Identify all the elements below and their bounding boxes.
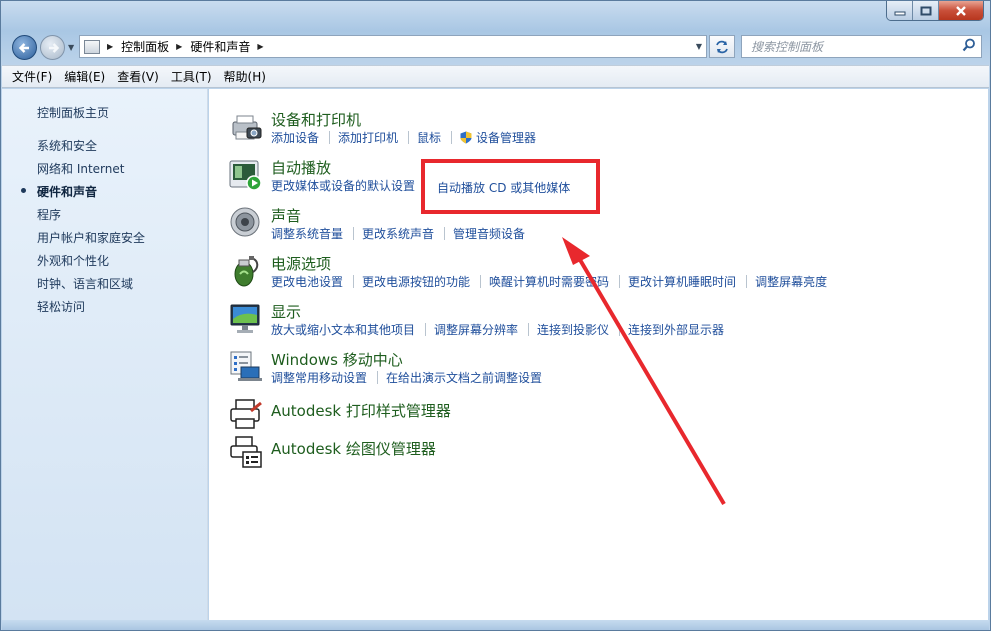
back-arrow-icon: [18, 42, 29, 53]
sidebar-home-link[interactable]: 控制面板主页: [37, 104, 109, 121]
category-links-devices-printers: 添加设备 添加打印机 鼠标 设备管理器: [271, 129, 536, 146]
active-bullet-icon: [21, 188, 26, 193]
category-title-power-options[interactable]: 电源选项: [271, 253, 331, 274]
window-bottom-border: [2, 620, 989, 630]
category-title-autoplay[interactable]: 自动播放: [271, 157, 331, 178]
sidebar-item-ease-of-access[interactable]: 轻松访问: [37, 298, 85, 315]
maximize-button[interactable]: [913, 1, 939, 20]
back-button[interactable]: [12, 35, 37, 60]
link-mouse[interactable]: 鼠标: [417, 129, 441, 146]
link-add-device[interactable]: 添加设备: [271, 129, 319, 146]
link-divider: [444, 227, 446, 240]
link-divider: [408, 131, 410, 144]
address-bar[interactable]: ▶ 控制面板 ▶ 硬件和声音 ▶ ▼: [79, 35, 707, 58]
link-divider: [619, 275, 621, 288]
link-divider: [528, 323, 530, 336]
link-divider: [353, 275, 355, 288]
link-change-power-buttons[interactable]: 更改电源按钮的功能: [362, 273, 470, 290]
close-icon: [956, 5, 966, 16]
link-divider: [746, 275, 748, 288]
link-divider: [451, 131, 453, 144]
control-panel-folder-icon: [84, 39, 100, 54]
uac-shield-icon: [460, 131, 472, 144]
link-device-manager[interactable]: 设备管理器: [476, 129, 536, 146]
power-battery-icon[interactable]: [229, 254, 263, 288]
link-zoom-text[interactable]: 放大或缩小文本和其他项目: [271, 321, 415, 338]
category-links-autoplay: 更改媒体或设备的默认设置: [271, 177, 415, 194]
caption-buttons: [886, 1, 984, 21]
breadcrumb-hardware-sound[interactable]: 硬件和声音: [190, 38, 250, 55]
link-change-sleep-time[interactable]: 更改计算机睡眠时间: [628, 273, 736, 290]
link-require-password-wake[interactable]: 唤醒计算机时需要密码: [489, 273, 609, 290]
sidebar-item-system-security[interactable]: 系统和安全: [37, 137, 97, 154]
address-dropdown-icon[interactable]: ▼: [696, 42, 702, 51]
refresh-icon: [716, 40, 728, 53]
link-divider: [425, 323, 427, 336]
category-title-sound[interactable]: 声音: [271, 205, 301, 226]
category-title-autodesk-print-styles[interactable]: Autodesk 打印样式管理器: [271, 400, 451, 421]
category-title-display[interactable]: 显示: [271, 301, 301, 322]
search-input[interactable]: 搜索控制面板: [741, 35, 982, 58]
category-title-mobility-center[interactable]: Windows 移动中心: [271, 349, 403, 370]
link-divider: [619, 323, 621, 336]
chevron-right-icon[interactable]: ▶: [176, 42, 182, 51]
menu-file[interactable]: 文件(F): [12, 68, 52, 85]
category-links-mobility-center: 调整常用移动设置 在给出演示文档之前调整设置: [271, 369, 542, 386]
link-change-system-sounds[interactable]: 更改系统声音: [362, 225, 434, 242]
link-adjust-volume[interactable]: 调整系统音量: [271, 225, 343, 242]
link-add-printer[interactable]: 添加打印机: [338, 129, 398, 146]
link-divider: [329, 131, 331, 144]
link-adjust-resolution[interactable]: 调整屏幕分辨率: [434, 321, 518, 338]
forward-button[interactable]: [40, 35, 65, 60]
minimize-icon: [894, 11, 905, 15]
menu-view[interactable]: 查看(V): [117, 68, 159, 85]
link-presentation-settings[interactable]: 在给出演示文档之前调整设置: [386, 369, 542, 386]
menu-help[interactable]: 帮助(H): [224, 68, 266, 85]
link-change-battery-settings[interactable]: 更改电池设置: [271, 273, 343, 290]
menu-bar: 文件(F) 编辑(E) 查看(V) 工具(T) 帮助(H): [2, 65, 989, 88]
autoplay-icon[interactable]: [229, 158, 263, 192]
sidebar-item-hardware-sound[interactable]: 硬件和声音: [37, 183, 97, 200]
mobility-center-icon[interactable]: [229, 350, 263, 384]
maximize-icon: [920, 6, 931, 15]
link-connect-external-display[interactable]: 连接到外部显示器: [628, 321, 724, 338]
chevron-right-icon[interactable]: ▶: [107, 42, 113, 51]
sidebar-item-clock-region[interactable]: 时钟、语言和区域: [37, 275, 133, 292]
category-links-power-options: 更改电池设置 更改电源按钮的功能 唤醒计算机时需要密码 更改计算机睡眠时间 调整…: [271, 273, 827, 290]
display-icon[interactable]: [229, 302, 263, 336]
category-title-devices-printers[interactable]: 设备和打印机: [271, 109, 361, 130]
speaker-icon[interactable]: [229, 206, 263, 240]
close-button[interactable]: [939, 1, 983, 20]
link-change-media-defaults[interactable]: 更改媒体或设备的默认设置: [271, 177, 415, 194]
search-placeholder: 搜索控制面板: [751, 40, 824, 54]
minimize-button[interactable]: [887, 1, 913, 20]
autodesk-printer-icon[interactable]: [229, 397, 263, 431]
control-panel-window: ▼ ▶ 控制面板 ▶ 硬件和声音 ▶ ▼ 搜索控制面板 文件(F) 编辑(E) …: [0, 0, 991, 631]
sidebar-item-network[interactable]: 网络和 Internet: [37, 160, 124, 177]
link-divider: [480, 275, 482, 288]
link-adjust-mobile-settings[interactable]: 调整常用移动设置: [271, 369, 367, 386]
search-icon[interactable]: [962, 38, 976, 56]
link-manage-audio-devices[interactable]: 管理音频设备: [453, 225, 525, 242]
recent-pages-dropdown-icon[interactable]: ▼: [68, 43, 74, 52]
link-adjust-brightness[interactable]: 调整屏幕亮度: [755, 273, 827, 290]
category-links-display: 放大或缩小文本和其他项目 调整屏幕分辨率 连接到投影仪 连接到外部显示器: [271, 321, 724, 338]
link-connect-projector[interactable]: 连接到投影仪: [537, 321, 609, 338]
menu-tools[interactable]: 工具(T): [171, 68, 212, 85]
category-links-sound: 调整系统音量 更改系统声音 管理音频设备: [271, 225, 525, 242]
breadcrumb-control-panel[interactable]: 控制面板: [121, 38, 169, 55]
link-divider: [353, 227, 355, 240]
sidebar-item-user-accounts[interactable]: 用户帐户和家庭安全: [37, 229, 145, 246]
sidebar-item-appearance[interactable]: 外观和个性化: [37, 252, 109, 269]
sidebar-item-programs[interactable]: 程序: [37, 206, 61, 223]
printer-camera-icon[interactable]: [229, 110, 263, 144]
menu-edit[interactable]: 编辑(E): [64, 68, 105, 85]
refresh-button[interactable]: [709, 35, 735, 58]
chevron-right-icon[interactable]: ▶: [257, 42, 263, 51]
link-divider: [377, 371, 379, 384]
autodesk-plotter-icon[interactable]: [229, 435, 263, 469]
category-title-autodesk-plotter[interactable]: Autodesk 绘图仪管理器: [271, 438, 436, 459]
red-highlight-box: [421, 159, 600, 214]
forward-arrow-icon: [48, 42, 59, 53]
